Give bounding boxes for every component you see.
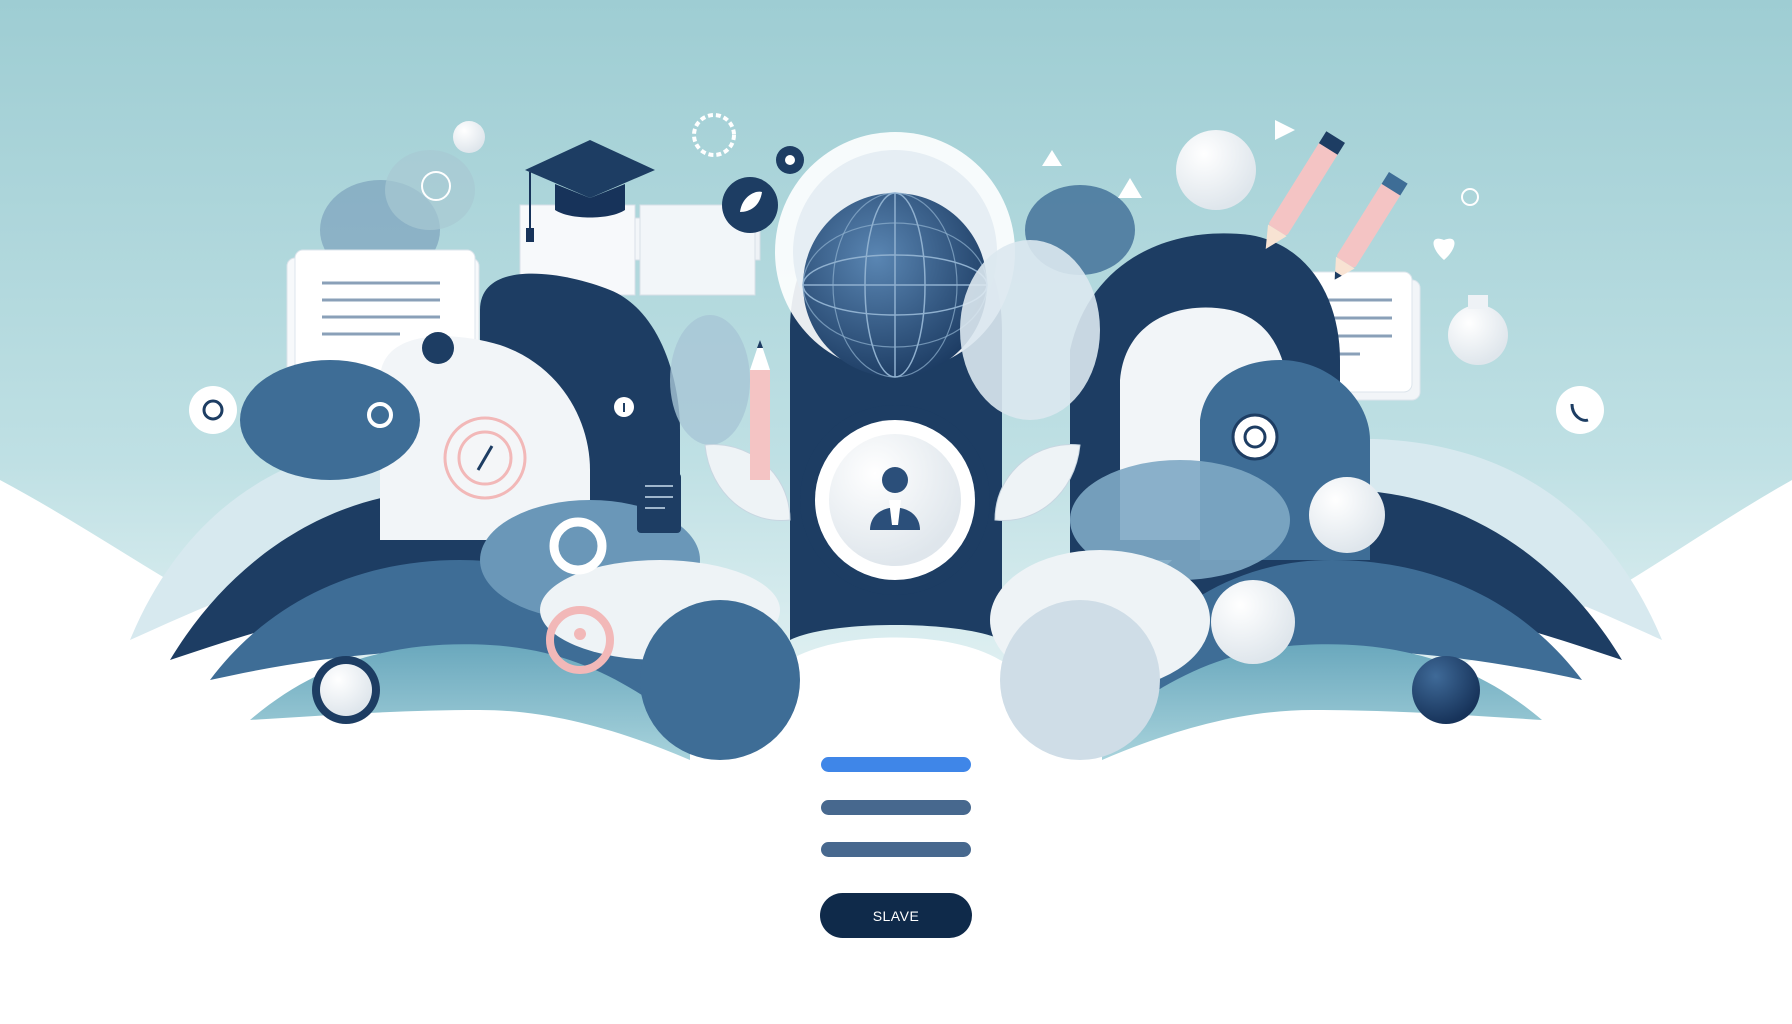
menu-bar[interactable]: [821, 800, 971, 815]
blob-mid-left-blue: [240, 360, 420, 480]
blob-mid-right-pale: [960, 240, 1100, 420]
potion-bottle-icon: [1448, 305, 1508, 365]
side-badge-left: [189, 386, 237, 434]
white-ball-right-2: [1211, 580, 1295, 664]
pink-dot: [574, 628, 586, 640]
blob-front-left-navy: [640, 600, 800, 760]
white-ball-right-1: [1309, 477, 1385, 553]
blob-mid-left-pale: [670, 315, 750, 445]
slave-button[interactable]: SLAVE: [820, 893, 972, 938]
blob-back-teal: [385, 150, 475, 230]
tablet-icon: [637, 473, 681, 533]
menu-bar[interactable]: [821, 842, 971, 857]
blob-front-right-navy: [1000, 600, 1160, 760]
record-icon-right: [1231, 413, 1279, 461]
menu-bar-active[interactable]: [821, 757, 971, 772]
floor-ball-right: [1412, 656, 1480, 724]
hero-illustration: [0, 0, 1792, 1024]
app-screen: SLAVE: [0, 0, 1792, 1024]
pencil-icon-center: [750, 340, 770, 480]
floor-ball-left: [320, 664, 372, 716]
side-badge-right: [1556, 386, 1604, 434]
white-ball-top-left: [453, 121, 485, 153]
globe-icon: [802, 192, 988, 378]
small-navy-dot-left: [422, 332, 454, 364]
white-ball-top-right: [1176, 130, 1256, 210]
